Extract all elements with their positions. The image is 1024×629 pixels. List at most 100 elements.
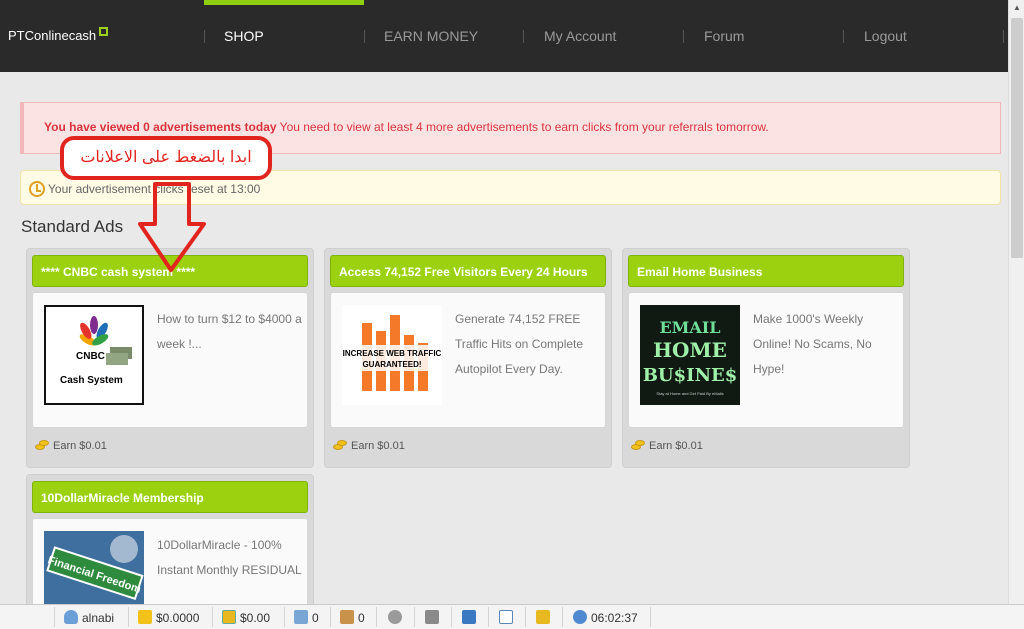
bar-chart-icon [462, 610, 476, 624]
status-separator [525, 607, 526, 627]
nav-active-indicator [204, 0, 364, 5]
status-separator [376, 607, 377, 627]
email-business-banner-icon: EMAIL HOME BU$INE$ Stay at Home and Get … [640, 305, 740, 405]
vertical-scrollbar[interactable]: ▲ [1008, 0, 1024, 604]
brand-logo[interactable]: PTConlinecash [8, 27, 109, 43]
security-button[interactable] [536, 609, 554, 627]
top-navbar: PTConlinecash SHOP EARN MONEY My Account… [0, 0, 1008, 72]
nav-separator [523, 30, 524, 43]
statistics-button[interactable] [462, 609, 480, 627]
ad-image-line-2: HOME [653, 338, 727, 362]
status-username-text: alnabi [82, 611, 115, 625]
ad-image-line-3: BU$INE$ [643, 365, 738, 386]
rented-referrals-icon [340, 610, 354, 624]
messages-button[interactable] [499, 609, 517, 627]
status-referrals[interactable]: 0 [294, 609, 319, 627]
ad-earn: Earn $0.01 [35, 438, 107, 452]
ad-body[interactable]: Financial Freedom 10DollarMiracle - 100%… [32, 518, 308, 621]
settings-button[interactable] [388, 609, 406, 627]
gear-icon [388, 610, 402, 624]
nav-separator [204, 30, 205, 43]
status-separator [414, 607, 415, 627]
status-clock-text: 06:02:37 [591, 611, 638, 625]
annotation-arrow-icon [138, 182, 206, 272]
nav-earn-money[interactable]: EARN MONEY [384, 28, 478, 44]
ad-body[interactable]: INCREASE WEB TRAFFIC GUARANTEED! Generat… [330, 292, 606, 428]
ad-description: 10DollarMiracle - 100% Instant Monthly R… [157, 538, 302, 577]
coins-icon [35, 438, 49, 452]
ad-image-tagline: Stay at Home and Get Paid By eMails [656, 391, 723, 396]
lock-icon [536, 610, 550, 624]
coins-icon [138, 610, 152, 624]
ad-card[interactable]: Access 74,152 Free Visitors Every 24 Hou… [324, 248, 612, 468]
ad-description: Generate 74,152 FREE Traffic Hits on Com… [455, 312, 584, 376]
scroll-up-arrow-icon[interactable]: ▲ [1009, 0, 1024, 16]
ad-card[interactable]: 10DollarMiracle Membership Financial Fre… [26, 474, 314, 621]
coins-icon [631, 438, 645, 452]
purchase-balance-icon [222, 610, 236, 624]
ad-image[interactable]: INCREASE WEB TRAFFIC GUARANTEED! [342, 305, 442, 405]
status-rented-referrals-text: 0 [358, 611, 365, 625]
ad-image-caption: GUARANTEED! [362, 360, 421, 369]
ad-title[interactable]: Email Home Business [628, 255, 904, 287]
nav-separator [843, 30, 844, 43]
status-separator [650, 607, 651, 627]
section-title: Standard Ads [21, 217, 124, 236]
cnbc-peacock-icon: CNBC Cash System [60, 316, 132, 386]
ad-card[interactable]: **** CNBC cash system **** CNBC Cash Sys… [26, 248, 314, 468]
ad-body[interactable]: CNBC Cash System How to turn $12 to $400… [32, 292, 308, 428]
ad-title[interactable]: 10DollarMiracle Membership [32, 481, 308, 513]
ad-card[interactable]: Email Home Business EMAIL HOME BU$INE$ S… [622, 248, 910, 468]
coins-icon [333, 438, 347, 452]
ad-image-logo-text: CNBC [76, 351, 105, 362]
status-separator [54, 607, 55, 627]
ad-image-line-1: EMAIL [659, 318, 720, 337]
brand-name: PTConlinecash [8, 28, 97, 43]
status-separator [488, 607, 489, 627]
annotation-callout: ابدا بالضغط على الاعلانات [60, 136, 272, 180]
status-separator [212, 607, 213, 627]
status-separator [451, 607, 452, 627]
ad-image-caption: Cash System [60, 375, 123, 386]
nav-logout[interactable]: Logout [864, 28, 907, 44]
status-bar: alnabi $0.0000 $0.00 0 0 06:02:37 [0, 604, 1024, 629]
envelope-icon [499, 610, 513, 624]
ad-earn: Earn $0.01 [631, 438, 703, 452]
status-balance-text: $0.0000 [156, 611, 200, 625]
status-separator [284, 607, 285, 627]
status-clock: 06:02:37 [573, 609, 638, 627]
nav-my-account[interactable]: My Account [544, 28, 616, 44]
nav-forum[interactable]: Forum [704, 28, 744, 44]
ad-image[interactable]: CNBC Cash System [44, 305, 144, 405]
shop-cart-button[interactable] [425, 609, 443, 627]
status-separator [128, 607, 129, 627]
ad-description: How to turn $12 to $4000 a week !... [157, 312, 302, 351]
nav-separator [364, 30, 365, 43]
ad-earn-text: Earn $0.01 [649, 440, 703, 452]
error-alert-text: You need to view at least 4 more adverti… [276, 120, 769, 134]
status-referrals-text: 0 [312, 611, 319, 625]
status-rented-referrals[interactable]: 0 [340, 609, 365, 627]
nav-shop[interactable]: SHOP [224, 28, 264, 44]
status-purchase-balance[interactable]: $0.00 [222, 609, 270, 627]
ad-earn-text: Earn $0.01 [351, 440, 405, 452]
referrals-icon [294, 610, 308, 624]
ad-earn: Earn $0.01 [333, 438, 405, 452]
brand-square-icon [99, 27, 109, 36]
status-balance[interactable]: $0.0000 [138, 609, 199, 627]
clock-icon [573, 610, 587, 624]
status-purchase-balance-text: $0.00 [240, 611, 271, 625]
ad-earn-text: Earn $0.01 [53, 440, 107, 452]
ad-body[interactable]: EMAIL HOME BU$INE$ Stay at Home and Get … [628, 292, 904, 428]
error-alert-bold: You have viewed 0 advertisements today [44, 120, 277, 134]
cart-icon [425, 610, 439, 624]
nav-separator [1003, 30, 1004, 43]
status-username[interactable]: alnabi [64, 609, 114, 627]
status-separator [330, 607, 331, 627]
ad-image[interactable]: EMAIL HOME BU$INE$ Stay at Home and Get … [640, 305, 740, 405]
ad-title[interactable]: Access 74,152 Free Visitors Every 24 Hou… [330, 255, 606, 287]
user-icon [64, 610, 78, 624]
clock-icon [29, 181, 45, 197]
scroll-thumb[interactable] [1011, 18, 1023, 258]
ad-image-headline: INCREASE WEB TRAFFIC [343, 349, 442, 358]
